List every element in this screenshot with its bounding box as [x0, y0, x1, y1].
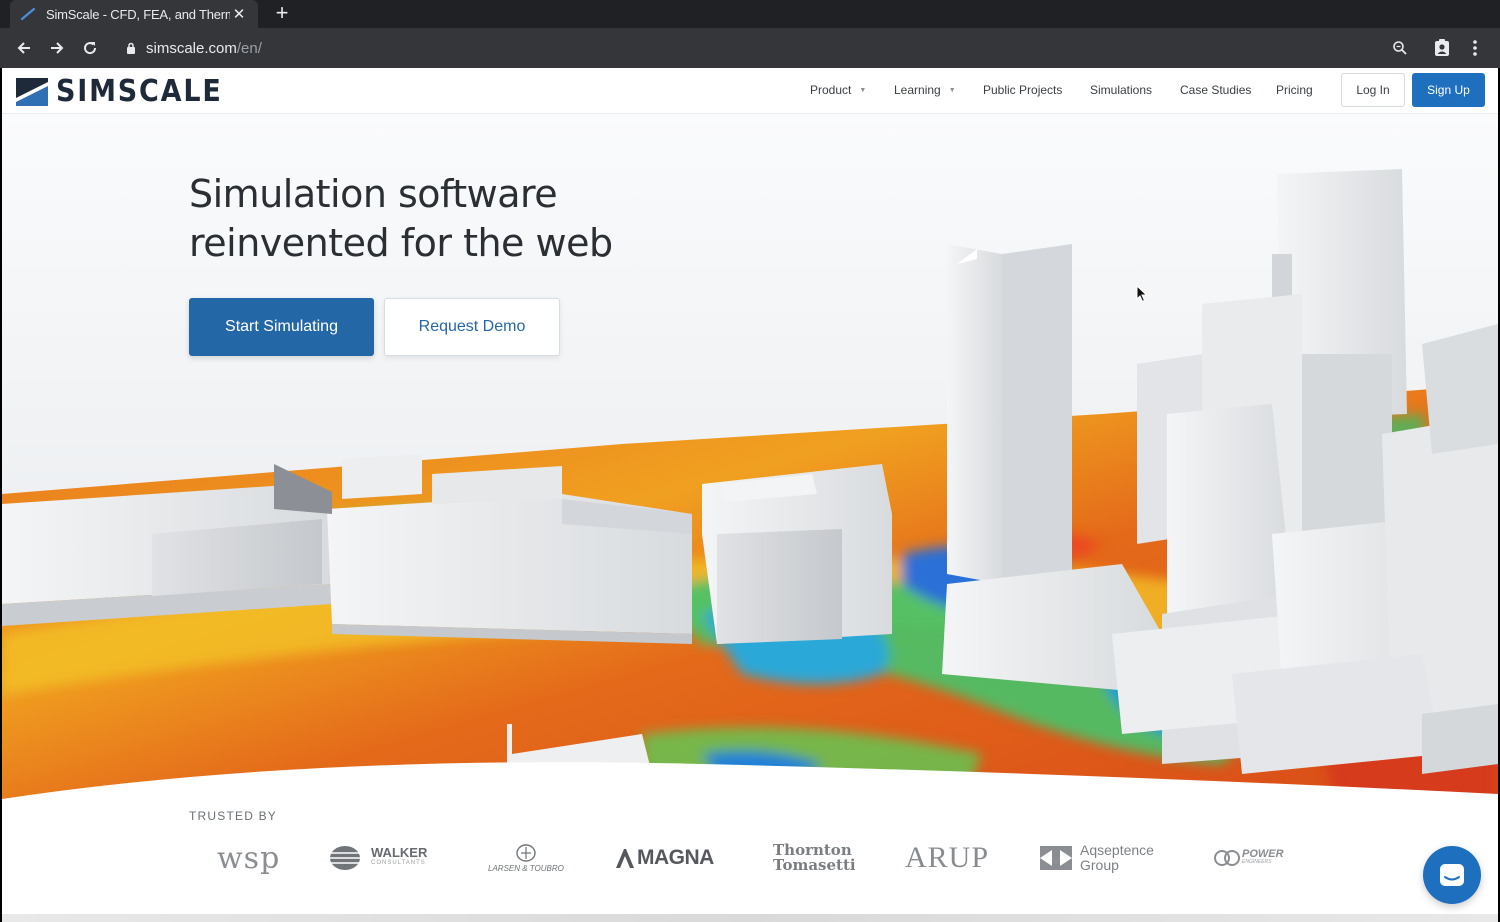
reload-icon[interactable]	[78, 36, 102, 60]
arup-logo-text: ARUP	[905, 841, 990, 874]
thornton-logo-text-2: Tomasetti	[773, 856, 856, 874]
nav-simulations[interactable]: Simulations	[1090, 83, 1152, 97]
zoom-search-icon[interactable]	[1388, 36, 1412, 60]
more-menu-icon[interactable]	[1463, 36, 1487, 60]
aqseptence-logo: Aqseptence Group	[1040, 838, 1154, 878]
start-simulating-button[interactable]: Start Simulating	[189, 298, 374, 356]
hero-title-line-2: reinvented for the web	[189, 221, 613, 265]
profile-icon[interactable]	[1430, 36, 1454, 60]
web-page: SIMSCALE Product ▼ Learning ▼ Public Pro…	[2, 68, 1498, 922]
walker-logo-subtext: CONSULTANTS	[371, 860, 426, 866]
walker-logo-text: WALKER	[371, 845, 428, 860]
walker-logo: WALKER CONSULTANTS	[329, 838, 427, 878]
address-bar[interactable]: simscale.com/en/	[112, 34, 1422, 62]
url-path: /en/	[236, 39, 262, 57]
logo-text: SIMSCALE	[56, 74, 223, 109]
url-domain: simscale.com	[146, 39, 237, 57]
aqseptence-logo-text-1: Aqseptence	[1080, 842, 1154, 858]
larsen-toubro-logo: LARSEN & TOUBRO	[488, 838, 564, 878]
arup-logo: ARUP	[905, 838, 989, 878]
mouse-cursor-icon	[1136, 285, 1148, 303]
hero-title-line-1: Simulation software	[189, 172, 558, 216]
power-emblem-icon	[1214, 850, 1240, 866]
nav-case-studies[interactable]: Case Studies	[1180, 83, 1251, 97]
magna-logo-text: MAGNA	[637, 846, 714, 869]
simscale-favicon-icon	[20, 7, 36, 21]
aqseptence-emblem-icon	[1040, 846, 1072, 870]
nav-learning-label: Learning	[894, 83, 941, 97]
hero-title: Simulation software reinvented for the w…	[189, 170, 613, 268]
chevron-down-icon: ▼	[859, 86, 867, 94]
trusted-logos-row: wsp WALKER CONSULTANTS LARSEN & TOUBRO M…	[2, 838, 1498, 888]
trusted-by-label: TRUSTED BY	[189, 809, 278, 823]
power-engineers-logo: POWER ENGINEERS	[1214, 838, 1284, 878]
bottom-divider	[2, 914, 1498, 922]
power-logo-text: POWER	[1242, 848, 1284, 860]
magna-logo: MAGNA	[615, 838, 714, 878]
chat-icon	[1440, 864, 1464, 886]
simscale-logo-icon	[16, 77, 48, 106]
nav-product[interactable]: Product ▼	[810, 83, 866, 97]
lock-icon	[127, 42, 135, 54]
nav-public-projects[interactable]: Public Projects	[983, 83, 1062, 97]
lt-emblem-icon	[516, 843, 536, 862]
wsp-logo-text: wsp	[217, 840, 281, 876]
request-demo-button[interactable]: Request Demo	[384, 298, 560, 356]
new-tab-icon[interactable]: +	[270, 2, 294, 26]
lt-logo-text: LARSEN & TOUBRO	[488, 863, 564, 873]
browser-tabbar: SimScale - CFD, FEA, and Therm ✕ +	[0, 0, 1500, 28]
chat-launcher-button[interactable]	[1423, 846, 1481, 904]
thornton-tomasetti-logo: Thornton Tomasetti	[773, 838, 856, 878]
chevron-down-icon: ▼	[948, 86, 956, 94]
magna-emblem-icon	[616, 849, 634, 868]
hero-section: Simulation software reinvented for the w…	[2, 114, 1498, 814]
forward-arrow-icon[interactable]	[45, 36, 69, 60]
walker-emblem-icon	[330, 846, 360, 870]
login-button[interactable]: Log In	[1341, 73, 1405, 107]
nav-pricing[interactable]: Pricing	[1276, 83, 1313, 97]
nav-product-label: Product	[810, 83, 852, 97]
close-icon[interactable]: ✕	[230, 5, 248, 23]
wsp-logo: wsp	[217, 838, 280, 878]
site-header: SIMSCALE Product ▼ Learning ▼ Public Pro…	[2, 68, 1498, 114]
signup-button[interactable]: Sign Up	[1412, 73, 1485, 107]
browser-toolbar: simscale.com/en/	[0, 28, 1500, 68]
browser-tab[interactable]: SimScale - CFD, FEA, and Therm ✕	[10, 0, 258, 28]
nav-learning[interactable]: Learning ▼	[894, 83, 956, 97]
tab-title: SimScale - CFD, FEA, and Therm	[46, 6, 230, 22]
back-arrow-icon[interactable]	[12, 36, 36, 60]
simscale-logo[interactable]: SIMSCALE	[16, 74, 241, 109]
aqseptence-logo-text-2: Group	[1080, 857, 1119, 873]
